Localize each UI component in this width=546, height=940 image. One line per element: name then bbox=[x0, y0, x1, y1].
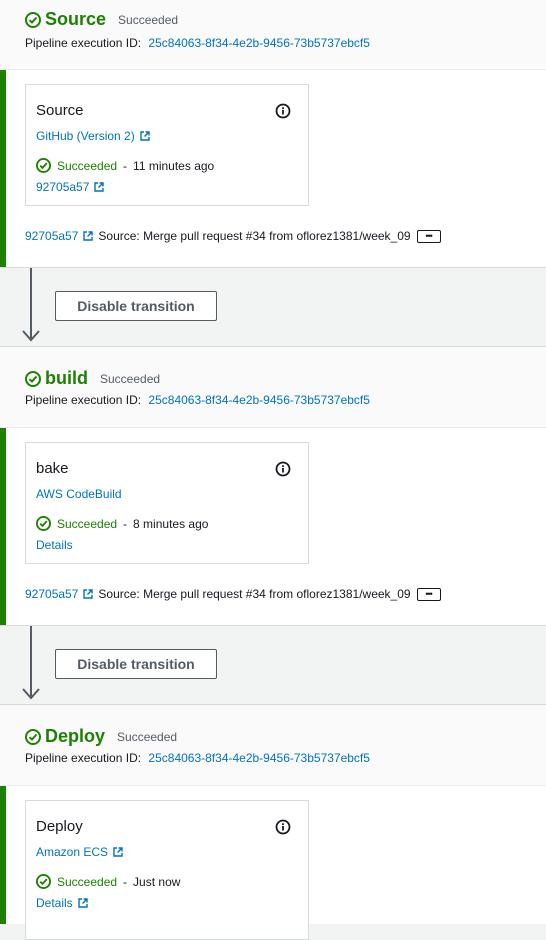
commit-hash-link[interactable]: 92705a57 bbox=[25, 229, 78, 243]
action-status: Succeeded - 11 minutes ago bbox=[36, 158, 214, 173]
action-card-bake: bake AWS CodeBuild Succeeded - 8 minutes… bbox=[25, 442, 309, 564]
transition-2: Disable transition bbox=[0, 626, 546, 706]
execution-id-label: Pipeline execution ID: bbox=[25, 393, 142, 407]
arrow-down-icon bbox=[22, 626, 40, 700]
action-detail-label: Details bbox=[36, 538, 73, 552]
external-link-icon bbox=[83, 231, 94, 241]
action-provider-label: Amazon ECS bbox=[36, 845, 109, 859]
status-separator: - bbox=[123, 158, 128, 173]
external-link-icon bbox=[140, 131, 150, 141]
commit-hash-link[interactable]: 92705a57 bbox=[25, 587, 78, 601]
external-link-icon bbox=[83, 589, 94, 599]
stage-build: build Succeeded Pipeline execution ID: 2… bbox=[0, 346, 546, 626]
action-provider-link[interactable]: Amazon ECS bbox=[36, 845, 123, 859]
execution-id-label: Pipeline execution ID: bbox=[25, 751, 142, 765]
stage-title: Deploy bbox=[45, 726, 106, 746]
action-status-text: Succeeded bbox=[57, 874, 118, 889]
stage-status: Succeeded bbox=[118, 12, 179, 27]
action-status-time: 11 minutes ago bbox=[133, 158, 215, 173]
stage-title: Source bbox=[45, 9, 107, 29]
action-status-text: Succeeded bbox=[57, 158, 118, 173]
action-name: bake bbox=[36, 460, 69, 477]
execution-id-label: Pipeline execution ID: bbox=[25, 36, 142, 50]
info-icon[interactable] bbox=[275, 461, 291, 477]
action-provider-link[interactable]: GitHub (Version 2) bbox=[36, 129, 150, 143]
check-circle-icon bbox=[36, 874, 51, 889]
check-circle-icon bbox=[36, 158, 51, 173]
commit-row: 92705a57 Source: Merge pull request #34 … bbox=[25, 229, 441, 243]
action-status-text: Succeeded bbox=[57, 516, 118, 531]
stage-title-row: build Succeeded bbox=[25, 368, 160, 389]
stage-title-row: Source Succeeded bbox=[25, 9, 178, 30]
info-icon[interactable] bbox=[275, 103, 291, 119]
action-status-time: Just now bbox=[133, 874, 181, 889]
action-name: Deploy bbox=[36, 818, 83, 835]
action-detail-link[interactable]: 92705a57 bbox=[36, 180, 105, 194]
action-status: Succeeded - 8 minutes ago bbox=[36, 516, 208, 531]
action-detail-label: 92705a57 bbox=[36, 180, 90, 194]
external-link-icon bbox=[77, 898, 88, 908]
more-button[interactable]: ••• bbox=[416, 587, 441, 601]
external-link-icon bbox=[94, 182, 105, 192]
action-status-time: 8 minutes ago bbox=[133, 516, 209, 531]
stage-status: Succeeded bbox=[100, 371, 161, 386]
commit-message: Source: Merge pull request #34 from oflo… bbox=[98, 587, 411, 601]
action-card-deploy: Deploy Amazon ECS Succeeded - Just now D… bbox=[25, 800, 309, 940]
action-provider-label: GitHub (Version 2) bbox=[36, 129, 135, 143]
execution-id-link[interactable]: 25c84063-8f34-4e2b-9456-73b5737ebcf5 bbox=[148, 751, 370, 765]
action-detail-link[interactable]: Details bbox=[36, 538, 73, 552]
stage-status: Succeeded bbox=[117, 729, 178, 744]
action-provider-label: AWS CodeBuild bbox=[36, 487, 122, 501]
ellipsis-icon: ••• bbox=[425, 588, 433, 599]
check-circle-icon bbox=[25, 11, 41, 28]
info-icon[interactable] bbox=[275, 819, 291, 835]
external-link-icon bbox=[113, 847, 123, 857]
action-card-source: Source GitHub (Version 2) Succeeded - 11… bbox=[25, 84, 309, 206]
commit-message: Source: Merge pull request #34 from oflo… bbox=[98, 229, 411, 243]
execution-id-row: Pipeline execution ID: 25c84063-8f34-4e2… bbox=[25, 393, 370, 407]
check-circle-icon bbox=[25, 370, 41, 387]
transition-1: Disable transition bbox=[0, 268, 546, 348]
stage-source: Source Succeeded Pipeline execution ID: … bbox=[0, 0, 546, 268]
ellipsis-icon: ••• bbox=[425, 230, 433, 241]
action-status: Succeeded - Just now bbox=[36, 874, 180, 889]
status-separator: - bbox=[123, 516, 128, 531]
execution-id-row: Pipeline execution ID: 25c84063-8f34-4e2… bbox=[25, 36, 370, 50]
commit-row: 92705a57 Source: Merge pull request #34 … bbox=[25, 587, 441, 601]
stage-title: build bbox=[45, 368, 88, 388]
stage-title-row: Deploy Succeeded bbox=[25, 726, 177, 747]
status-separator: - bbox=[123, 874, 128, 889]
more-button[interactable]: ••• bbox=[416, 229, 441, 243]
action-name: Source bbox=[36, 102, 84, 119]
execution-id-row: Pipeline execution ID: 25c84063-8f34-4e2… bbox=[25, 751, 370, 765]
execution-id-link[interactable]: 25c84063-8f34-4e2b-9456-73b5737ebcf5 bbox=[148, 36, 370, 50]
arrow-down-icon bbox=[22, 268, 40, 342]
disable-transition-button[interactable]: Disable transition bbox=[55, 291, 217, 321]
execution-id-link[interactable]: 25c84063-8f34-4e2b-9456-73b5737ebcf5 bbox=[148, 393, 370, 407]
disable-transition-button[interactable]: Disable transition bbox=[55, 649, 217, 679]
check-circle-icon bbox=[36, 516, 51, 531]
stage-deploy: Deploy Succeeded Pipeline execution ID: … bbox=[0, 704, 546, 940]
action-provider-link[interactable]: AWS CodeBuild bbox=[36, 487, 122, 501]
check-circle-icon bbox=[25, 728, 41, 745]
